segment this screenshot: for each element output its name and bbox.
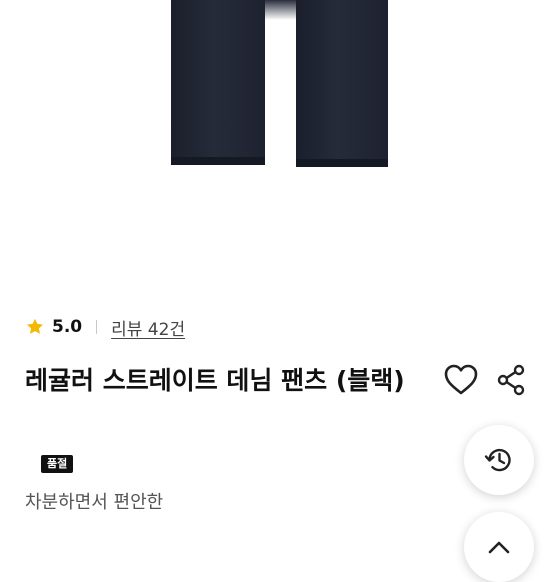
rating-value: 5.0 <box>52 317 83 337</box>
rating-row: 5.0 리뷰 42건 <box>25 314 185 340</box>
product-subtitle: 차분하면서 편안한 <box>25 492 164 513</box>
share-icon <box>497 364 525 396</box>
pants-right-leg <box>296 0 388 167</box>
chevron-up-icon <box>488 541 510 554</box>
heart-icon <box>444 364 478 395</box>
rating-divider <box>96 320 98 334</box>
product-image <box>0 0 553 280</box>
sold-out-badge: 품절 <box>41 455 74 473</box>
product-title: 레귤러 스트레이트 데님 팬츠 (블랙) <box>25 366 405 395</box>
pants-left-leg <box>171 0 265 165</box>
star-icon <box>27 318 43 334</box>
history-icon <box>484 448 511 472</box>
recently-viewed-button[interactable] <box>464 425 534 495</box>
scroll-top-button[interactable] <box>464 512 534 582</box>
review-count-link[interactable]: 리뷰 42건 <box>111 315 185 340</box>
share-button[interactable] <box>496 364 526 396</box>
pants-crotch-shadow <box>265 0 296 20</box>
wishlist-button[interactable] <box>442 362 480 398</box>
